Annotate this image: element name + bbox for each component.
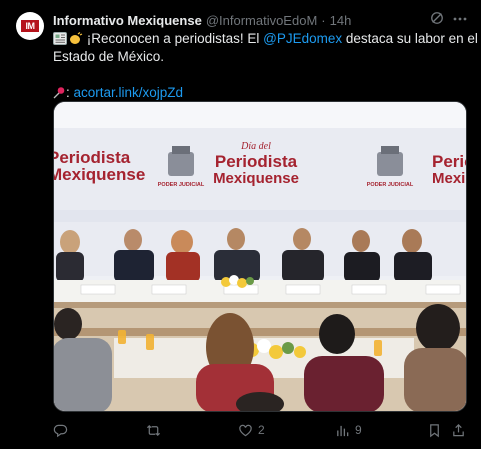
mention-link[interactable]: @PJEdomex	[263, 31, 342, 46]
author-name[interactable]: Informativo Mexiquense	[53, 13, 202, 28]
event-photo: Periodista Mexiquense PODER JUDICIAL Día…	[54, 102, 467, 411]
view-count: 9	[355, 423, 362, 437]
banner-title: Periodista	[215, 152, 298, 171]
newspaper-icon	[53, 32, 67, 45]
avatar-logo: IM	[21, 20, 39, 32]
bookmark-button[interactable]	[427, 420, 442, 440]
link-prefix: :	[66, 85, 74, 100]
tweet-photo[interactable]: Periodista Mexiquense PODER JUDICIAL Día…	[53, 101, 467, 412]
tweet-card[interactable]: IM Informativo Mexiquense @InformativoEd…	[0, 0, 481, 449]
like-button[interactable]: 2	[238, 420, 265, 440]
views-chart-icon	[337, 425, 349, 436]
tweet-text-part: ¡Reconocen a periodistas! El	[86, 31, 264, 46]
logo-label: PODER JUDICIAL	[158, 182, 205, 188]
short-url-link[interactable]: acortar.link/xojpZd	[74, 85, 184, 100]
banner-title2: Mexiquense	[213, 170, 299, 187]
banner-right-title2: Mexiquense	[432, 170, 467, 187]
more-options-icon[interactable]	[452, 11, 468, 27]
avatar[interactable]: IM	[16, 12, 44, 40]
tweet-line-1: ¡Reconocen a periodistas! El @PJEdomex d…	[53, 30, 478, 48]
views-button[interactable]: 9	[335, 420, 362, 440]
tweet-text-part: destaca su labor en el	[342, 31, 478, 46]
like-count: 2	[258, 423, 265, 437]
grok-icon[interactable]	[430, 11, 444, 25]
timestamp[interactable]: 14h	[330, 13, 352, 28]
tweet-text: ¡Reconocen a periodistas! El @PJEdomex d…	[53, 30, 478, 102]
author-handle[interactable]: @InformativoEdoM	[206, 13, 317, 28]
logo-label: PODER JUDICIAL	[367, 182, 414, 188]
tweet-header: Informativo Mexiquense @InformativoEdoM …	[53, 11, 351, 29]
bookmark-icon	[430, 423, 439, 437]
share-icon	[453, 423, 464, 436]
pushpin-icon	[53, 87, 65, 99]
reply-button[interactable]	[53, 420, 73, 440]
reply-icon	[53, 424, 68, 437]
share-button[interactable]	[451, 420, 466, 440]
banner-left-title2: Mexiquense	[54, 165, 145, 184]
banner-right-title: Periodista	[432, 152, 467, 171]
heart-icon	[239, 424, 252, 436]
banner-title-small: Día del	[240, 141, 271, 152]
retweet-button[interactable]	[146, 420, 166, 440]
clapping-hands-icon	[70, 32, 83, 44]
retweet-icon	[146, 424, 161, 436]
tweet-link-line: : acortar.link/xojpZd	[53, 84, 463, 102]
action-bar: 2 9	[53, 420, 467, 440]
separator-dot: ·	[321, 12, 326, 28]
tweet-line-2: Estado de México.	[53, 49, 165, 64]
